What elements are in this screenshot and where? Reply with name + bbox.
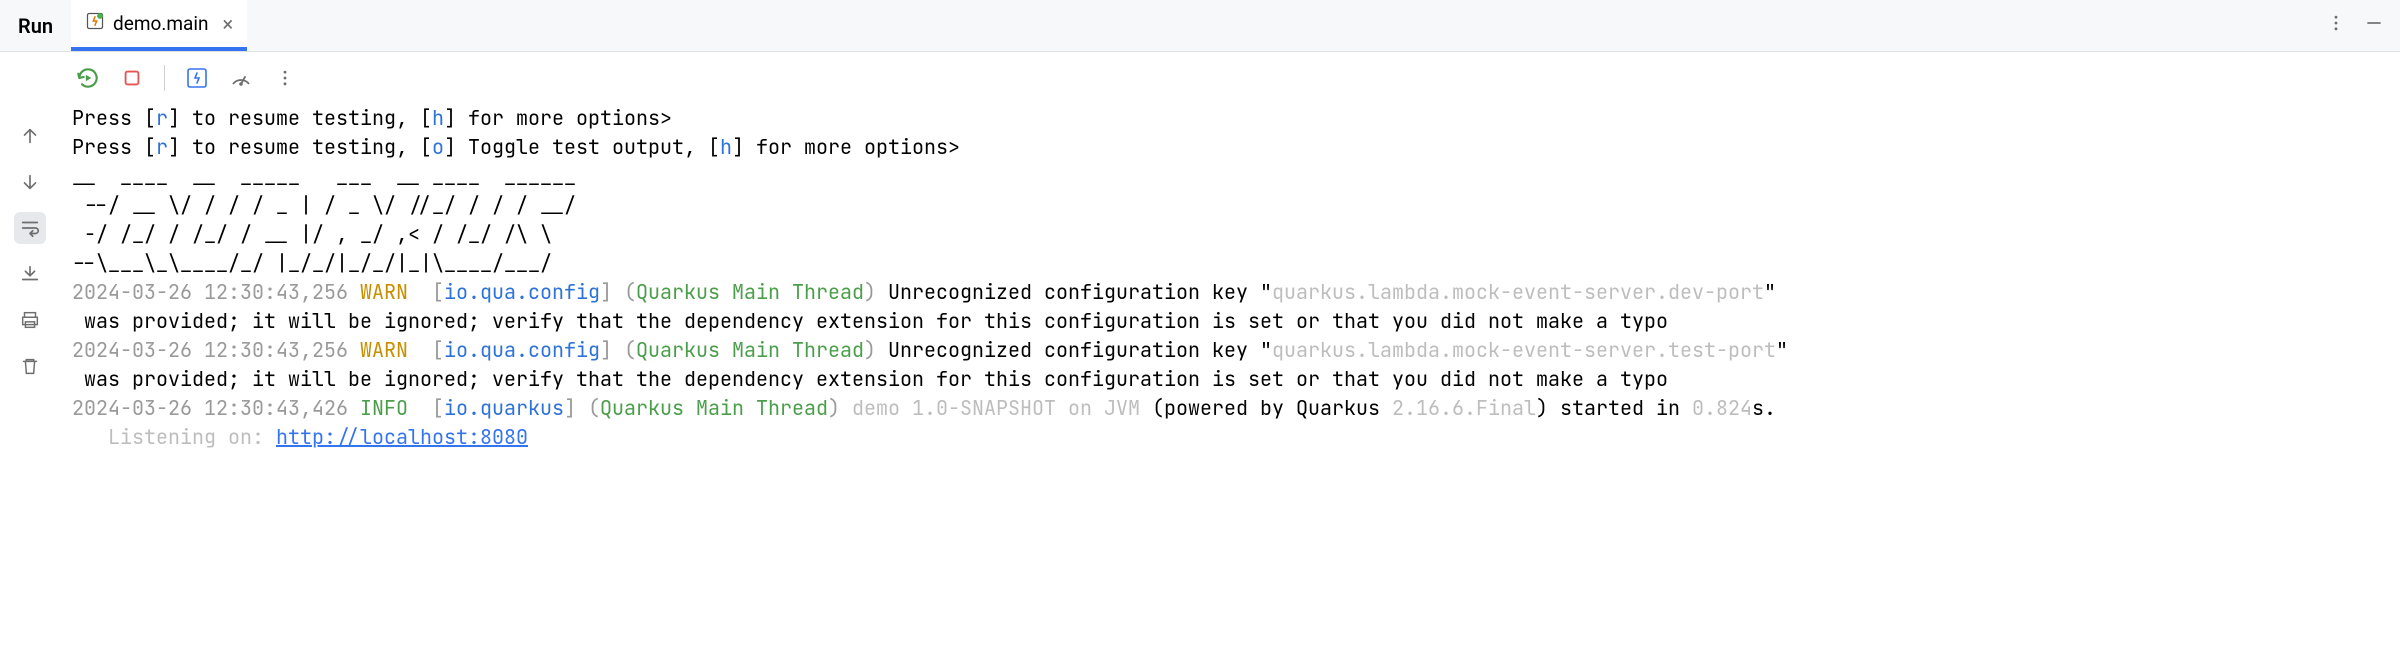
more-icon[interactable] — [2326, 13, 2346, 38]
console-line: Press [r] to resume testing, [h] for mor… — [72, 105, 672, 131]
banner-line: -/ /_/ / /_/ / __ |/ , _/ ,< / /_/ /\ \ — [72, 221, 588, 247]
banner-line: __ ____ __ _____ ___ __ ____ ______ — [72, 163, 588, 189]
tab-bar: Run demo.main × — [0, 0, 2400, 52]
main-content: Press [r] to resume testing, [h] for mor… — [0, 52, 2400, 464]
performance-button[interactable] — [227, 64, 255, 92]
log-line: 2024-03-26 12:30:43,426 INFO [io.quarkus… — [72, 395, 1788, 421]
console-gutter-toolbar — [0, 52, 60, 464]
log-line: was provided; it will be ignored; verify… — [72, 366, 1668, 392]
banner-line: --\___\_\____/_/ |_/_/|_/_/|_|\____/___/ — [72, 250, 588, 276]
banner-line: --/ __ \/ / / / _ | / _ \/ //_/ / / / __… — [72, 192, 588, 218]
run-tool-label: Run — [0, 14, 71, 38]
rerun-button[interactable] — [74, 64, 102, 92]
more-actions-icon[interactable] — [271, 64, 299, 92]
log-line: 2024-03-26 12:30:43,256 WARN [io.qua.con… — [72, 337, 1788, 363]
print-button[interactable] — [14, 304, 46, 336]
content-column: Press [r] to resume testing, [h] for mor… — [60, 52, 2400, 464]
log-line: Listening on: http://localhost:8080 — [72, 424, 528, 450]
console-action-bar — [60, 52, 2400, 102]
minimize-icon[interactable] — [2364, 13, 2384, 38]
scroll-to-end-button[interactable] — [14, 258, 46, 290]
console-line: Press [r] to resume testing, [o] Toggle … — [72, 134, 960, 160]
action-divider — [164, 65, 165, 91]
log-line: was provided; it will be ignored; verify… — [72, 308, 1668, 334]
plugin-icon — [85, 11, 105, 36]
trash-button[interactable] — [14, 350, 46, 382]
up-stack-button[interactable] — [14, 120, 46, 152]
tab-title: demo.main — [113, 12, 208, 35]
soft-wrap-button[interactable] — [14, 212, 46, 244]
endpoints-button[interactable] — [183, 64, 211, 92]
down-stack-button[interactable] — [14, 166, 46, 198]
listen-url-link[interactable]: http://localhost:8080 — [276, 424, 528, 450]
tab-bar-actions — [2326, 13, 2400, 38]
close-tab-icon[interactable]: × — [222, 12, 233, 36]
stop-button[interactable] — [118, 64, 146, 92]
log-line: 2024-03-26 12:30:43,256 WARN [io.qua.con… — [72, 279, 1776, 305]
console-output[interactable]: Press [r] to resume testing, [h] for mor… — [60, 102, 2400, 464]
run-config-tab[interactable]: demo.main × — [71, 0, 247, 51]
